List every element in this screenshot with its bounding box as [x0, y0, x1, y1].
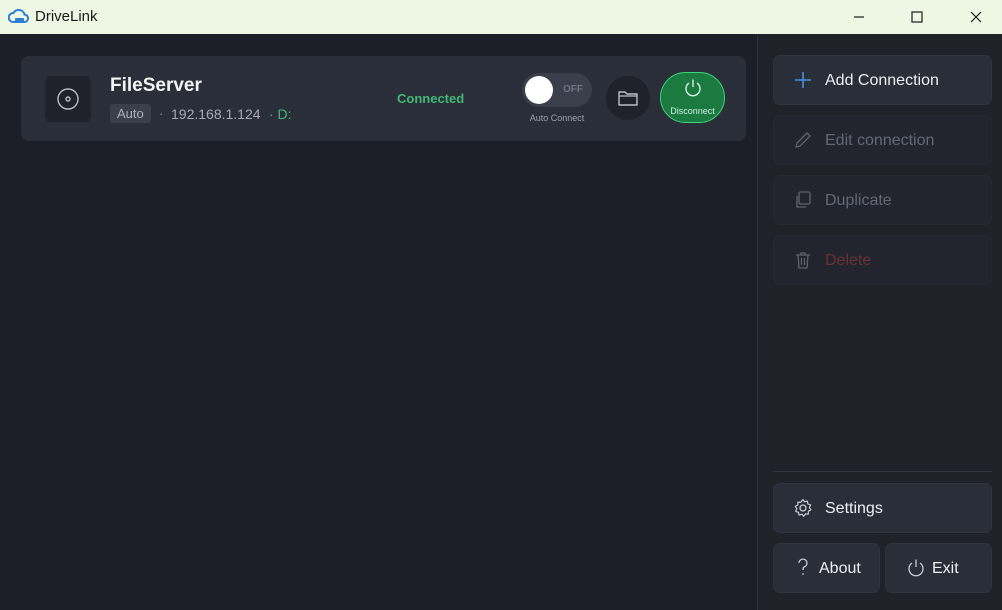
copy-icon: [796, 191, 811, 208]
edit-connection-button[interactable]: Edit connection: [773, 115, 992, 165]
trash-icon: [796, 252, 810, 269]
open-folder-button[interactable]: [606, 76, 650, 120]
add-connection-button[interactable]: Add Connection: [773, 55, 992, 105]
title-bar: DriveLink: [0, 0, 1002, 34]
cloud-drive-icon: [7, 7, 30, 27]
connection-card[interactable]: FileServer Auto · 192.168.1.124 · D: Con…: [21, 56, 746, 141]
connection-status: Connected: [397, 91, 465, 106]
auto-connect-toggle[interactable]: OFF: [522, 73, 592, 107]
delete-label: Delete: [825, 252, 872, 269]
gear-icon: [794, 498, 812, 517]
about-button[interactable]: About: [773, 543, 880, 593]
minimize-button[interactable]: [836, 0, 882, 34]
settings-label: Settings: [825, 500, 883, 517]
duplicate-button[interactable]: Duplicate: [773, 175, 992, 225]
delete-button[interactable]: Delete: [773, 235, 992, 285]
exit-label: Exit: [932, 560, 959, 577]
pencil-icon: [795, 132, 811, 148]
connection-ip: 192.168.1.124: [171, 106, 261, 122]
disk-icon: [45, 76, 91, 122]
close-icon: [970, 11, 982, 23]
auto-connect-label: Auto Connect: [529, 113, 585, 123]
toggle-state-label: OFF: [563, 84, 583, 95]
exit-button[interactable]: Exit: [885, 543, 992, 593]
sidebar-divider: [773, 471, 992, 472]
power-icon: [908, 559, 924, 577]
minimize-icon: [854, 16, 864, 18]
drive-letter: · D:: [269, 106, 292, 122]
connection-name: FileServer: [110, 75, 202, 96]
question-icon: [798, 558, 808, 575]
plus-icon: [795, 72, 811, 88]
disconnect-button[interactable]: Disconnect: [660, 72, 725, 123]
toggle-knob: [525, 76, 553, 104]
window-title: DriveLink: [35, 8, 98, 25]
connection-list: FileServer Auto · 192.168.1.124 · D: Con…: [0, 34, 757, 610]
duplicate-label: Duplicate: [825, 192, 892, 209]
separator-dot: ·: [159, 106, 164, 121]
folder-icon: [618, 91, 638, 106]
close-button[interactable]: [953, 0, 999, 34]
power-icon: [685, 79, 701, 97]
maximize-icon: [911, 11, 923, 23]
sidebar: Add Connection Edit connection Duplicate…: [758, 34, 1002, 610]
maximize-button[interactable]: [894, 0, 940, 34]
disconnect-label: Disconnect: [670, 106, 715, 116]
settings-button[interactable]: Settings: [773, 483, 992, 533]
add-connection-label: Add Connection: [825, 72, 939, 89]
edit-connection-label: Edit connection: [825, 132, 935, 149]
connection-tag: Auto: [110, 104, 151, 123]
about-label: About: [819, 560, 861, 577]
